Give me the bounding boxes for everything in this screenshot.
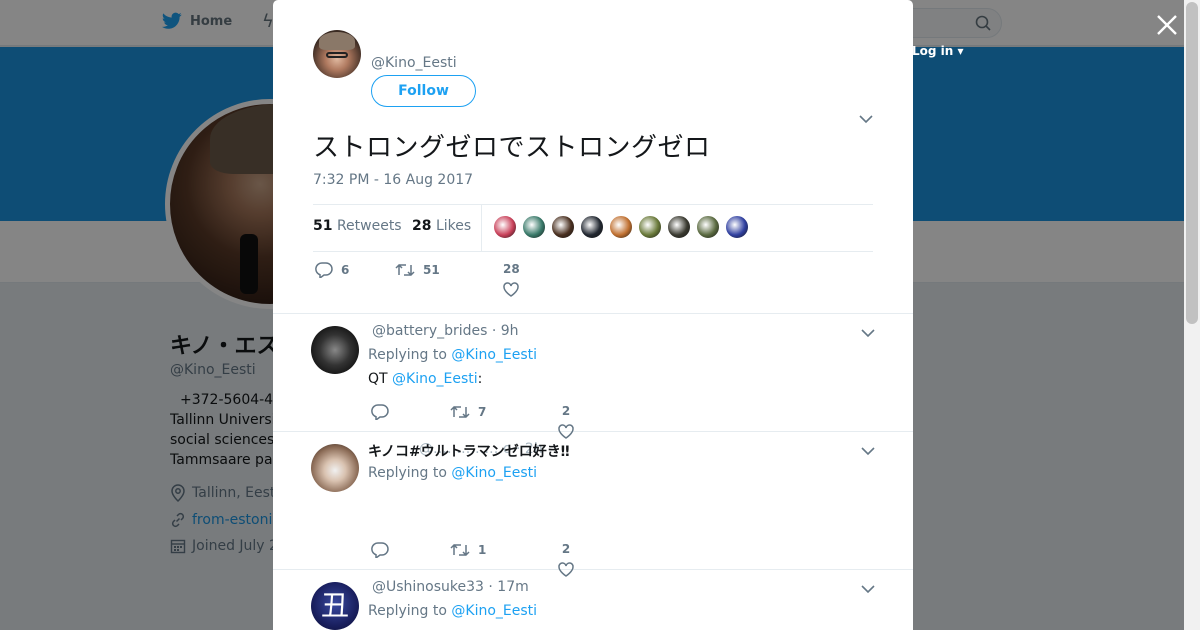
retweet-icon	[395, 263, 415, 277]
like-count: 28	[503, 262, 520, 276]
tweet-stats: 51 Retweets 28 Likes	[313, 204, 873, 252]
reply-icon	[371, 542, 389, 558]
reply-actions: 1 2	[368, 542, 788, 577]
retweet-count: 51	[423, 263, 440, 277]
login-link[interactable]: Log in ▾	[912, 44, 964, 58]
liker-avatar[interactable]	[580, 215, 604, 239]
reply-author-name[interactable]: キノコ#ウルトラマンゼロ好き‼	[368, 441, 570, 461]
scrollbar-thumb[interactable]	[1186, 2, 1198, 324]
retweets-stat[interactable]: 51 Retweets	[313, 218, 402, 234]
avatar[interactable]	[311, 444, 359, 492]
chevron-down-icon[interactable]	[861, 328, 875, 338]
reply-icon	[315, 262, 333, 278]
reply-author-meta[interactable]: @Ushinosuke33 · 17m	[372, 579, 529, 595]
reply-icon	[371, 404, 389, 420]
liker-avatar[interactable]	[522, 215, 546, 239]
retweet-count: 1	[478, 543, 487, 557]
avatar[interactable]	[311, 326, 359, 374]
reply-actions: 7 2	[368, 404, 788, 439]
reply-count: 6	[341, 263, 350, 277]
reply-button[interactable]	[371, 542, 389, 558]
page-scrollbar[interactable]	[1184, 0, 1200, 630]
close-icon[interactable]	[1154, 12, 1180, 38]
tweet-author-handle[interactable]: @Kino_Eesti	[371, 55, 457, 71]
retweet-button[interactable]: 51	[395, 262, 440, 278]
retweet-count: 7	[478, 405, 487, 419]
retweet-icon	[450, 543, 470, 557]
tweet-modal: @Kino_Eesti Follow ストロングゼロでストロングゼロ 7:32 …	[273, 0, 913, 630]
retweets-label: Retweets	[336, 218, 402, 234]
retweet-button[interactable]: 7	[450, 404, 486, 420]
chevron-down-icon[interactable]	[859, 114, 873, 124]
retweet-icon	[450, 405, 470, 419]
replying-to: Replying to @Kino_Eesti	[368, 603, 537, 619]
avatar[interactable]	[313, 30, 361, 78]
avatar[interactable]: 丑	[311, 582, 359, 630]
liker-avatar[interactable]	[696, 215, 720, 239]
reply-text-prefix: QT	[368, 371, 388, 387]
mention-link[interactable]: @Kino_Eesti	[392, 371, 478, 387]
tweet-actions: 6 51 28	[313, 262, 873, 302]
retweet-button[interactable]: 1	[450, 542, 486, 558]
likes-stat[interactable]: 28 Likes	[412, 218, 471, 234]
liker-avatars	[493, 215, 749, 239]
likes-count: 28	[412, 218, 432, 234]
replying-to-link[interactable]: @Kino_Eesti	[451, 347, 537, 363]
stats-divider	[481, 205, 482, 251]
retweets-count: 51	[313, 218, 333, 234]
reply-text-suffix: :	[477, 371, 483, 387]
reply-tweet[interactable]: @battery_brides · 9h Replying to @Kino_E…	[273, 314, 913, 439]
like-count: 2	[561, 542, 571, 556]
follow-button[interactable]: Follow	[371, 75, 476, 107]
like-button[interactable]: 28	[503, 262, 520, 297]
liker-avatar[interactable]	[551, 215, 575, 239]
reply-text: QT @Kino_Eesti:	[368, 371, 482, 387]
replying-to-link[interactable]: @Kino_Eesti	[451, 603, 537, 619]
replying-to-link[interactable]: @Kino_Eesti	[451, 465, 537, 481]
chevron-down-icon[interactable]	[861, 446, 875, 456]
tweet-text: ストロングゼロでストロングゼロ	[313, 133, 711, 163]
heart-icon	[503, 282, 520, 297]
liker-avatar[interactable]	[667, 215, 691, 239]
replying-label: Replying to	[368, 603, 447, 619]
reply-tweet[interactable]: @……………o · 2h キノコ#ウルトラマンゼロ好き‼ Replying to…	[273, 432, 913, 577]
reply-author-meta[interactable]: @battery_brides · 9h	[372, 323, 519, 339]
replying-label: Replying to	[368, 465, 447, 481]
liker-avatar[interactable]	[609, 215, 633, 239]
avatar-glyph: 丑	[320, 589, 349, 622]
replying-to: Replying to @Kino_Eesti	[368, 347, 537, 363]
replying-to: Replying to @Kino_Eesti	[368, 465, 537, 481]
likes-label: Likes	[435, 218, 472, 234]
replying-label: Replying to	[368, 347, 447, 363]
main-tweet: @Kino_Eesti Follow ストロングゼロでストロングゼロ 7:32 …	[273, 0, 913, 314]
liker-avatar[interactable]	[725, 215, 749, 239]
reply-button[interactable]	[371, 404, 389, 420]
liker-avatar[interactable]	[638, 215, 662, 239]
reply-tweet[interactable]: 丑 @Ushinosuke33 · 17m Replying to @Kino_…	[273, 570, 913, 630]
liker-avatar[interactable]	[493, 215, 517, 239]
tweet-timestamp[interactable]: 7:32 PM - 16 Aug 2017	[313, 172, 473, 188]
reply-button[interactable]: 6	[315, 262, 349, 278]
chevron-down-icon[interactable]	[861, 584, 875, 594]
like-count: 2	[561, 404, 571, 418]
